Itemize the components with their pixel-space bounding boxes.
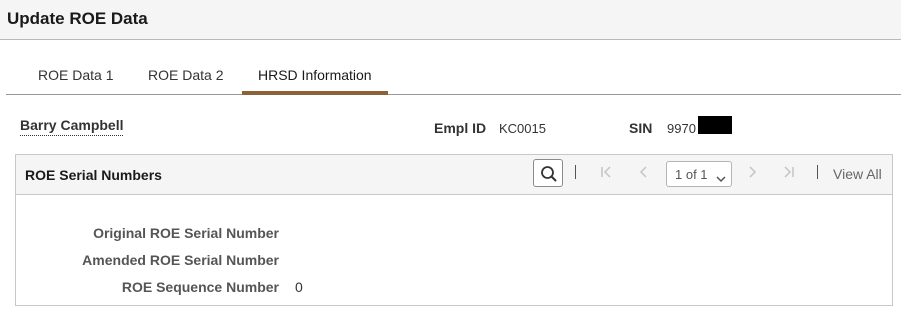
- amended-roe-serial-label: Amended ROE Serial Number: [82, 252, 279, 268]
- tab-roe-data-2[interactable]: ROE Data 2: [148, 67, 223, 83]
- roe-serial-numbers-grid: ROE Serial Numbers 1 of 1 View All Origi…: [15, 154, 893, 306]
- grid-header: ROE Serial Numbers 1 of 1 View All: [16, 155, 892, 195]
- previous-page-icon[interactable]: [637, 164, 649, 185]
- tab-hrsd-information[interactable]: HRSD Information: [258, 67, 372, 83]
- employee-name-link[interactable]: Barry Campbell: [20, 117, 124, 136]
- sin-redaction: [698, 116, 732, 134]
- grid-title: ROE Serial Numbers: [25, 167, 162, 183]
- toolbar-divider: [817, 165, 818, 179]
- empl-id-label: Empl ID: [434, 120, 487, 136]
- sin-label: SIN: [629, 120, 653, 136]
- search-icon: [541, 166, 557, 182]
- tab-roe-data-1[interactable]: ROE Data 1: [38, 67, 113, 83]
- chevron-down-icon: [716, 171, 726, 186]
- page-title: Update ROE Data: [7, 9, 148, 28]
- tab-bar: ROE Data 1 ROE Data 2 HRSD Information: [6, 57, 901, 95]
- search-button[interactable]: [533, 159, 563, 187]
- view-all-link[interactable]: View All: [833, 166, 882, 182]
- empl-id-value: KC0015: [499, 121, 546, 136]
- roe-sequence-number-value: 0: [295, 279, 303, 295]
- roe-sequence-number-label: ROE Sequence Number: [121, 279, 279, 295]
- sin-value: 9970: [667, 121, 696, 136]
- last-page-icon[interactable]: [782, 164, 796, 185]
- next-page-icon[interactable]: [747, 164, 759, 185]
- first-page-icon[interactable]: [599, 164, 613, 185]
- page-header: Update ROE Data: [0, 0, 901, 40]
- active-tab-indicator: [242, 91, 388, 95]
- page-select-value: 1 of 1: [675, 167, 708, 182]
- original-roe-serial-label: Original ROE Serial Number: [93, 225, 279, 241]
- toolbar-divider: [575, 165, 576, 179]
- page-select[interactable]: 1 of 1: [666, 161, 732, 187]
